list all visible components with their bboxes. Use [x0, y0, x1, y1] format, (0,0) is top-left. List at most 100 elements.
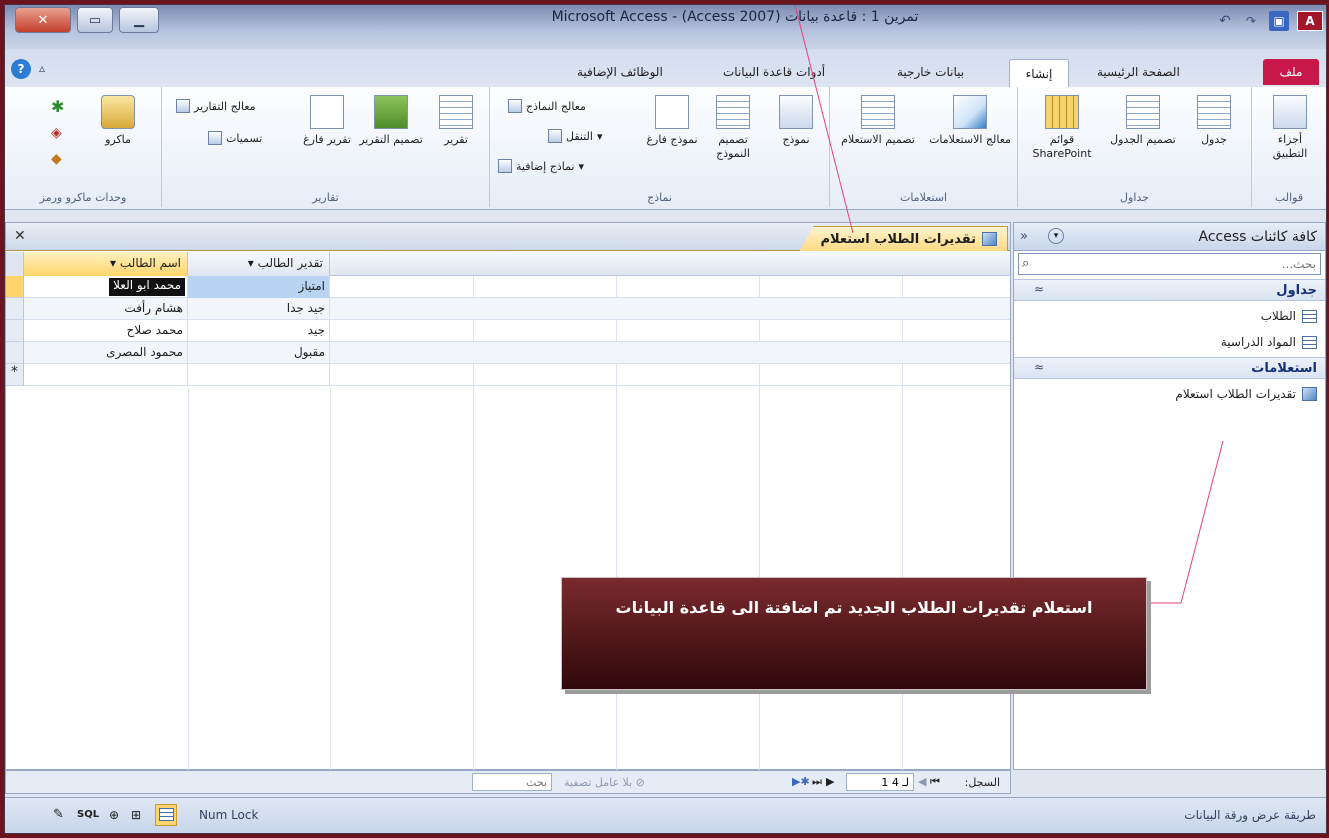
previous-record-icon[interactable]: ◀: [918, 775, 926, 788]
column-header-student-name[interactable]: اسم الطالب ▾: [24, 252, 188, 276]
tab-database-tools[interactable]: أدوات قاعدة البيانات: [711, 59, 837, 85]
last-record-icon[interactable]: ⏭: [812, 775, 822, 789]
tab-home[interactable]: الصفحة الرئيسية: [1085, 59, 1192, 85]
tab-external-data[interactable]: بيانات خارجية: [885, 59, 976, 85]
table-row[interactable]: هشام رأفت جيد جدا: [6, 298, 1010, 320]
close-window-button[interactable]: ✕: [15, 7, 71, 33]
undo-icon[interactable]: ↶: [1215, 11, 1235, 31]
next-record-icon[interactable]: ▶: [826, 775, 834, 788]
search-input[interactable]: [472, 773, 552, 791]
macro-button[interactable]: ماكرو: [83, 95, 153, 147]
cell-student-name[interactable]: محمد ابو العلا: [24, 276, 188, 298]
group-label: نماذج: [647, 191, 672, 204]
new-record-row[interactable]: *: [6, 364, 1010, 386]
cell-grade[interactable]: [188, 364, 330, 386]
document-tab-bar: ✕ تقديرات الطلاب استعلام: [6, 223, 1010, 251]
cell-grade[interactable]: مقبول: [188, 342, 330, 364]
cell-student-name[interactable]: محمد صلاح: [24, 320, 188, 342]
report-wizard-button[interactable]: معالج التقارير: [176, 99, 256, 113]
tab-addins[interactable]: الوظائف الإضافية: [565, 59, 675, 85]
ribbon: أجزاء التطبيق قوالب جدول تصميم الجدول قو…: [5, 87, 1326, 210]
blank-report-button[interactable]: تقرير فارغ: [300, 95, 354, 147]
table-row[interactable]: محمود المصرى مقبول: [6, 342, 1010, 364]
nav-item-query-grades[interactable]: تقديرات الطلاب استعلام: [1175, 387, 1317, 401]
dropdown-icon[interactable]: ▾: [248, 256, 254, 270]
more-forms-button[interactable]: ▾ نماذج إضافية: [498, 159, 584, 173]
cell-grade[interactable]: جيد جدا: [188, 298, 330, 320]
app-parts-button[interactable]: أجزاء التطبيق: [1260, 95, 1320, 161]
record-position-input[interactable]: [846, 773, 914, 791]
maximize-button[interactable]: ▭: [77, 7, 113, 33]
table-icon: [1197, 95, 1231, 129]
nav-menu-icon[interactable]: ▾: [1048, 228, 1064, 244]
new-record-icon[interactable]: ▶✱: [792, 775, 810, 788]
minimize-button[interactable]: ▁: [119, 7, 159, 33]
form-wizard-button[interactable]: معالج النماذج: [508, 99, 586, 113]
query-wizard-button[interactable]: معالج الاستعلامات: [924, 95, 1016, 147]
table-icon: [1302, 309, 1317, 323]
module-icon[interactable]: ✱: [51, 97, 64, 116]
table-design-button[interactable]: تصميم الجدول: [1110, 95, 1176, 147]
labels-button[interactable]: تسميات: [208, 131, 262, 145]
more-forms-icon: [498, 159, 512, 173]
cell-student-name[interactable]: [24, 364, 188, 386]
row-selector[interactable]: [6, 298, 24, 320]
blank-form-button[interactable]: نموذج فارغ: [646, 95, 698, 147]
first-record-icon[interactable]: ⏮: [930, 775, 940, 789]
collapse-pane-icon[interactable]: »: [1020, 229, 1028, 244]
query-document-tab[interactable]: تقديرات الطلاب استعلام: [799, 226, 1008, 251]
query-design-button[interactable]: تصميم الاستعلام: [838, 95, 918, 147]
table-row[interactable]: محمد ابو العلا امتياز: [6, 276, 1010, 298]
nav-pane-header[interactable]: كافة كائنات Access » ▾: [1014, 223, 1325, 251]
cell-grade[interactable]: امتياز: [188, 276, 330, 298]
design-view-icon[interactable]: ✎: [53, 807, 64, 822]
cell-student-name[interactable]: هشام رأفت: [24, 298, 188, 320]
sql-view-button[interactable]: SQL: [77, 809, 99, 820]
annotation-callout: استعلام تقديرات الطلاب الجديد تم اضافتة …: [561, 577, 1147, 690]
title-bar: ✕ ▭ ▁ Microsoft Access - (Access 2007) ت…: [5, 5, 1326, 49]
pivot-table-view-icon[interactable]: ⊞: [131, 808, 141, 822]
report-design-button[interactable]: تصميم التقرير: [358, 95, 424, 147]
nav-item-table-subjects[interactable]: المواد الدراسية: [1221, 335, 1317, 349]
form-design-button[interactable]: تصميم النموذج: [702, 95, 764, 161]
select-all-corner[interactable]: [6, 252, 24, 276]
macro-icon: [101, 95, 135, 129]
nav-pane-title: كافة كائنات Access: [1198, 229, 1317, 245]
minimize-ribbon-icon[interactable]: ▵: [39, 61, 45, 75]
form-button[interactable]: نموذج: [768, 95, 824, 147]
help-icon[interactable]: ?: [11, 59, 31, 79]
tab-create[interactable]: إنشاء: [1009, 59, 1069, 87]
redo-icon[interactable]: ↷: [1241, 11, 1261, 31]
section-tables[interactable]: جداول ≈: [1014, 279, 1325, 301]
row-selector[interactable]: [6, 276, 24, 298]
tab-file[interactable]: ملف: [1263, 59, 1319, 85]
sharepoint-lists-button[interactable]: قوائم SharePoint: [1020, 95, 1104, 161]
filter-status[interactable]: ⊘ بلا عامل تصفية: [564, 776, 645, 789]
cell-grade[interactable]: جيد: [188, 320, 330, 342]
navigation-button[interactable]: ▾ التنقل: [548, 129, 602, 143]
report-button[interactable]: تقرير: [430, 95, 482, 147]
close-icon[interactable]: ✕: [14, 228, 26, 244]
table-row[interactable]: محمد صلاح جيد: [6, 320, 1010, 342]
collapse-section-icon: ≈: [1034, 360, 1045, 374]
column-header-grade[interactable]: تقدير الطالب ▾: [188, 252, 330, 276]
record-navigation-bar: السجل: ⏮ ◀ ▶ ⏭ ▶✱ ⊘ بلا عامل تصفية: [5, 770, 1011, 794]
section-queries[interactable]: استعلامات ≈: [1014, 357, 1325, 379]
group-tables: جدول تصميم الجدول قوائم SharePoint جداول: [1017, 87, 1251, 207]
save-icon[interactable]: ▣: [1269, 11, 1289, 31]
row-selector[interactable]: [6, 320, 24, 342]
nav-item-table-students[interactable]: الطلاب: [1261, 309, 1317, 323]
search-icon[interactable]: ⌕: [1022, 256, 1029, 271]
dropdown-icon[interactable]: ▾: [110, 256, 116, 270]
row-selector[interactable]: [6, 342, 24, 364]
datasheet-header: اسم الطالب ▾ تقدير الطالب ▾: [6, 252, 1010, 276]
nav-search-input[interactable]: [1019, 254, 1320, 274]
table-button[interactable]: جدول: [1186, 95, 1242, 147]
visual-basic-icon[interactable]: ◆: [51, 151, 62, 167]
cell-student-name[interactable]: محمود المصرى: [24, 342, 188, 364]
record-label: السجل:: [964, 776, 1000, 789]
datasheet-view-button[interactable]: [155, 804, 177, 826]
class-module-icon[interactable]: ◈: [51, 125, 62, 141]
nav-search-box[interactable]: ⌕: [1018, 253, 1321, 275]
pivot-chart-view-icon[interactable]: ⊕: [109, 808, 119, 822]
